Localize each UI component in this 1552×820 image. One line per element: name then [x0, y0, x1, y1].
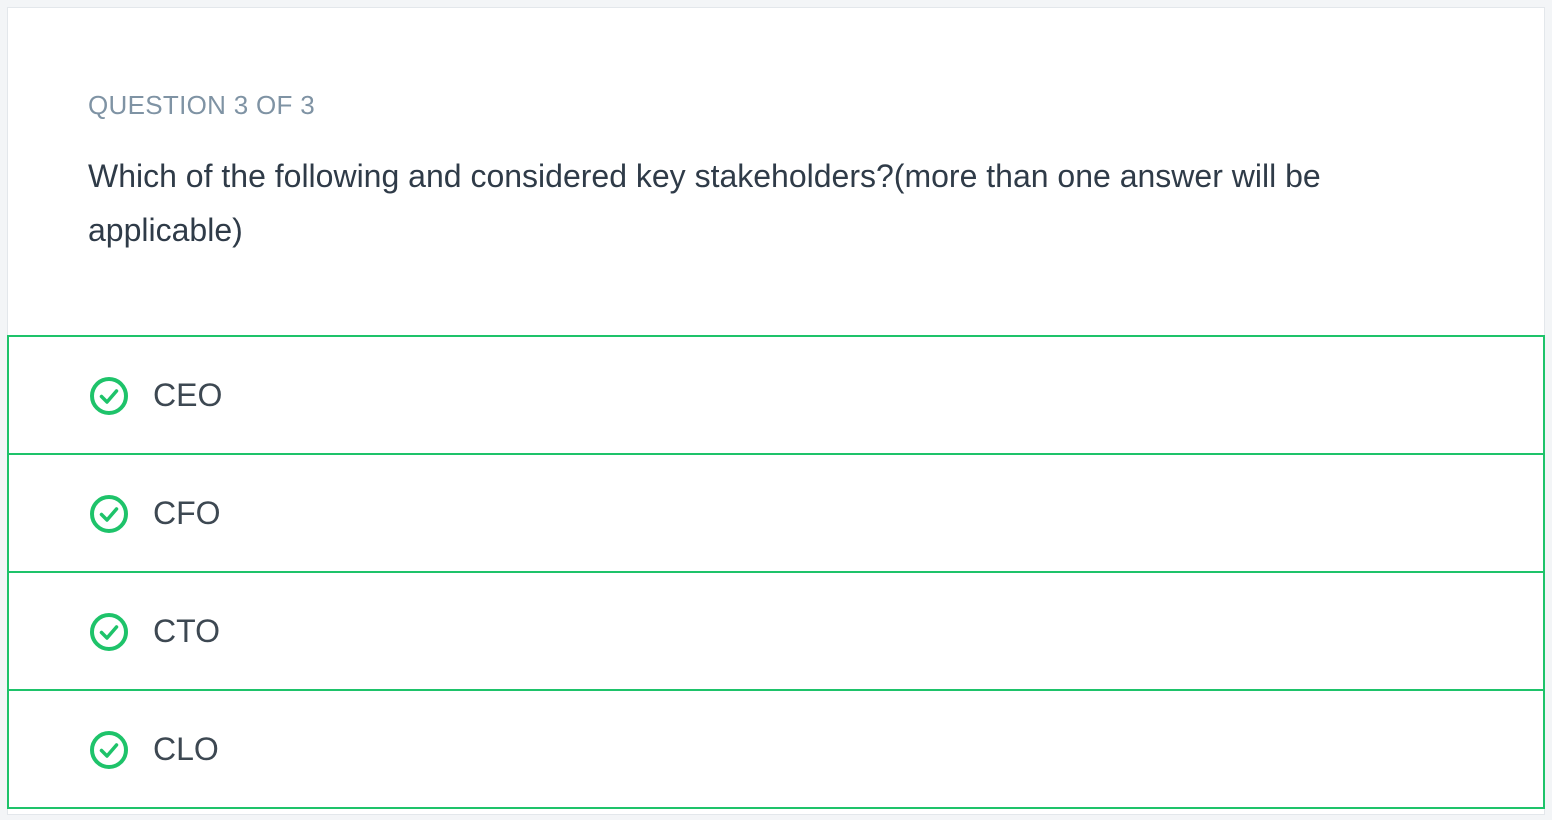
question-card: QUESTION 3 OF 3 Which of the following a…: [7, 7, 1545, 815]
answer-list: CEO CFO CTO CLO: [7, 335, 1545, 809]
answer-option-clo[interactable]: CLO: [7, 689, 1545, 809]
question-counter: QUESTION 3 OF 3: [88, 90, 315, 120]
check-circle-icon: [90, 613, 128, 651]
answer-label: CFO: [153, 495, 221, 531]
answer-option-ceo[interactable]: CEO: [7, 335, 1545, 455]
check-circle-icon: [90, 495, 128, 533]
answer-option-cto[interactable]: CTO: [7, 571, 1545, 691]
question-header: QUESTION 3 OF 3 Which of the following a…: [8, 8, 1546, 335]
answer-label: CEO: [153, 377, 223, 413]
check-circle-icon: [90, 731, 128, 769]
answer-option-cfo[interactable]: CFO: [7, 453, 1545, 573]
question-text: Which of the following and considered ke…: [88, 158, 1321, 248]
answer-label: CTO: [153, 613, 220, 649]
check-circle-icon: [90, 377, 128, 415]
answer-label: CLO: [153, 731, 219, 767]
